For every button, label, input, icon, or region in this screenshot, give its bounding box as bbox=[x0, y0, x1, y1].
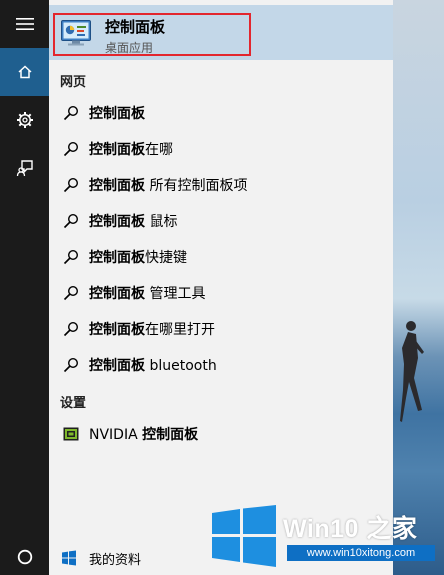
web-result-rest-text: 在哪 bbox=[145, 142, 173, 158]
web-result-rest-text: 管理工具 bbox=[145, 286, 206, 302]
cortana-circle-icon bbox=[17, 549, 32, 565]
settings-result-nvidia[interactable]: NVIDIA 控制面板 bbox=[49, 416, 393, 452]
web-result-rest-text: bluetooth bbox=[145, 358, 217, 374]
web-result-item[interactable]: 控制面板 bbox=[49, 95, 393, 131]
cortana-button[interactable] bbox=[0, 533, 49, 575]
feedback-icon bbox=[16, 160, 33, 177]
nvidia-app-icon bbox=[62, 426, 79, 443]
web-result-bold-text: 控制面板 bbox=[89, 250, 145, 266]
left-rail bbox=[0, 0, 49, 575]
home-button[interactable] bbox=[0, 48, 49, 96]
section-header-web: 网页 bbox=[60, 75, 87, 90]
runner-silhouette bbox=[400, 321, 424, 422]
watermark-brand: Win10 之家 bbox=[283, 515, 418, 543]
hamburger-icon bbox=[15, 18, 34, 30]
web-result-item[interactable]: 控制面板在哪 bbox=[49, 131, 393, 167]
search-icon bbox=[62, 357, 79, 374]
desktop-wallpaper bbox=[393, 0, 444, 575]
best-match-title: 控制面板 bbox=[105, 18, 166, 36]
control-panel-icon bbox=[61, 20, 91, 46]
gear-icon bbox=[16, 112, 33, 128]
best-match-subtitle: 桌面应用 bbox=[105, 41, 154, 55]
settings-result-prefix: NVIDIA bbox=[89, 427, 143, 443]
feedback-button[interactable] bbox=[0, 144, 49, 192]
web-result-item[interactable]: 控制面板在哪里打开 bbox=[49, 311, 393, 347]
web-result-item[interactable]: 控制面板 鼠标 bbox=[49, 203, 393, 239]
web-result-bold-text: 控制面板 bbox=[89, 178, 145, 194]
web-result-item[interactable]: 控制面板快捷键 bbox=[49, 239, 393, 275]
web-result-rest-text: 在哪里打开 bbox=[145, 322, 215, 338]
web-result-item[interactable]: 控制面板 管理工具 bbox=[49, 275, 393, 311]
web-result-bold-text: 控制面板 bbox=[89, 214, 145, 230]
web-result-item[interactable]: 控制面板 所有控制面板项 bbox=[49, 167, 393, 203]
search-icon bbox=[62, 285, 79, 302]
search-icon bbox=[62, 105, 79, 122]
watermark-url: www.win10xitong.com bbox=[287, 545, 435, 561]
my-profile-label: 我的资料 bbox=[89, 552, 142, 568]
settings-button[interactable] bbox=[0, 96, 49, 144]
search-icon bbox=[62, 141, 79, 158]
web-result-rest-text: 快捷键 bbox=[145, 250, 187, 266]
search-icon bbox=[62, 177, 79, 194]
search-icon bbox=[62, 213, 79, 230]
search-icon bbox=[62, 249, 79, 266]
windows-logo-icon bbox=[62, 550, 76, 566]
web-result-bold-text: 控制面板 bbox=[89, 286, 145, 302]
search-results-panel: 控制面板 桌面应用 网页 控制面板 控制面板在哪 控制面板 所有控制面板项 控制面板 … bbox=[49, 0, 393, 575]
search-icon bbox=[62, 321, 79, 338]
web-result-rest-text: 所有控制面板项 bbox=[145, 178, 248, 194]
web-result-bold-text: 控制面板 bbox=[89, 142, 145, 158]
windows-watermark-logo bbox=[212, 505, 276, 567]
web-result-item[interactable]: 控制面板 bluetooth bbox=[49, 347, 393, 383]
menu-button[interactable] bbox=[0, 0, 49, 48]
settings-result-bold: 控制面板 bbox=[142, 427, 199, 443]
web-result-bold-text: 控制面板 bbox=[89, 106, 145, 122]
home-icon bbox=[17, 65, 32, 79]
web-result-rest-text: 鼠标 bbox=[145, 214, 178, 230]
web-result-bold-text: 控制面板 bbox=[89, 322, 145, 338]
section-header-settings: 设置 bbox=[60, 396, 87, 411]
web-result-bold-text: 控制面板 bbox=[89, 358, 145, 374]
best-match-item[interactable]: 控制面板 桌面应用 bbox=[49, 5, 393, 60]
